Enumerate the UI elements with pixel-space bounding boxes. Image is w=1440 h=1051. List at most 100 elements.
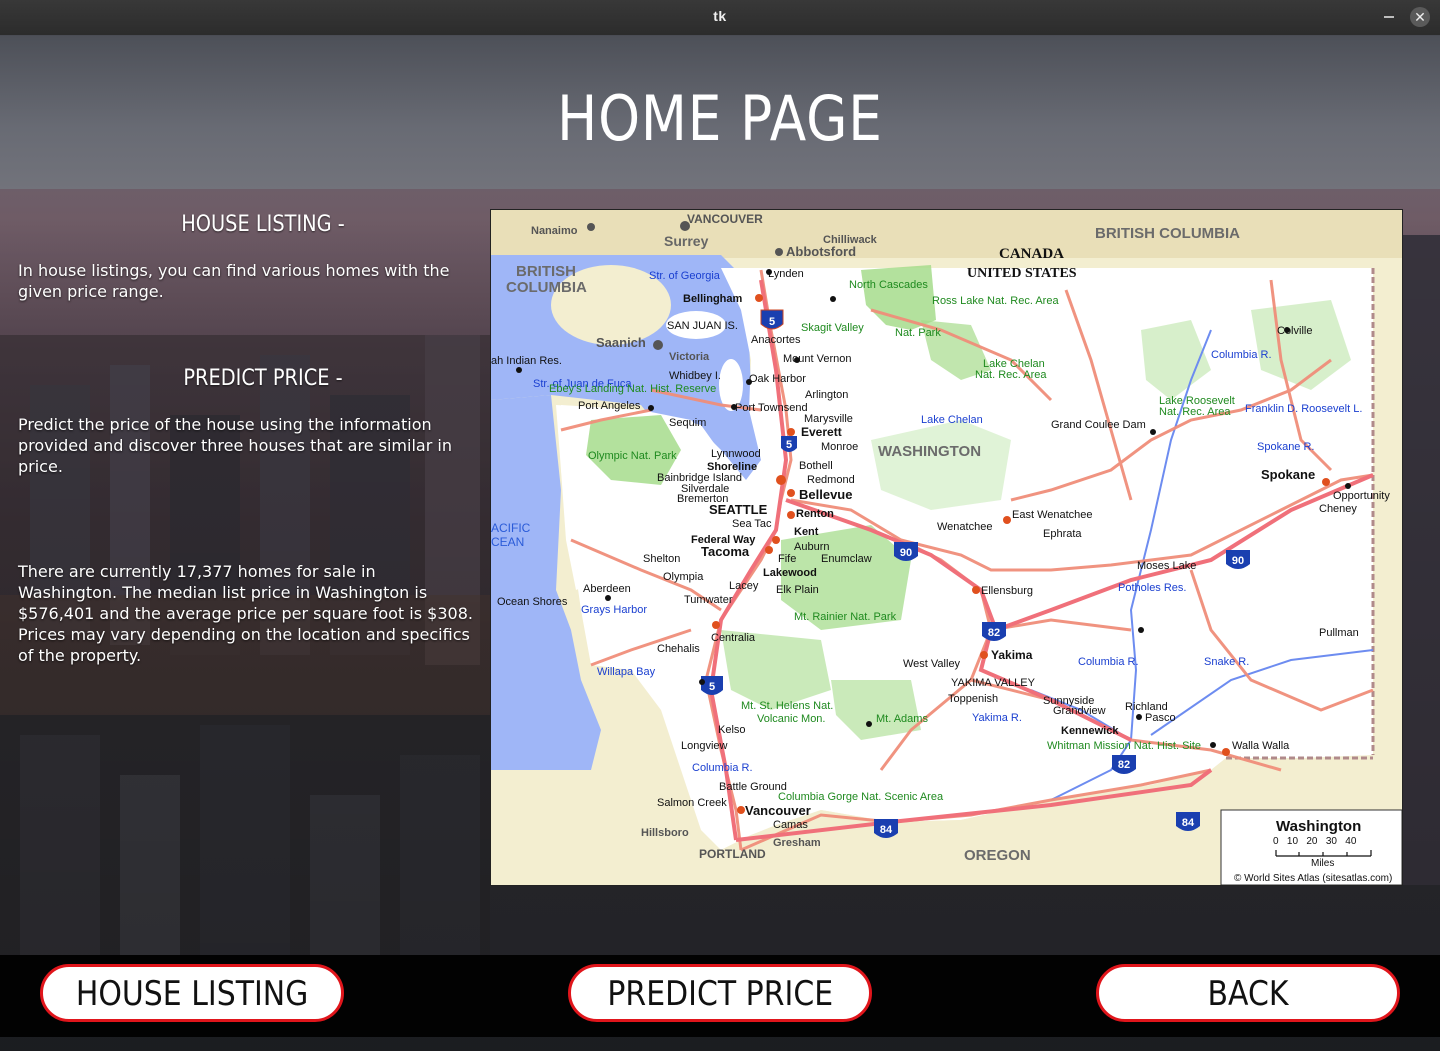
map-feature: Nat. Rec. Area <box>975 369 1047 381</box>
map-feature: Spokane R. <box>1257 441 1314 453</box>
predict-price-button[interactable]: PREDICT PRICE <box>568 964 872 1022</box>
map-feature: Nat. Rec. Area <box>1159 406 1231 418</box>
label-bc-top: BRITISH COLUMBIA <box>1095 225 1240 242</box>
map-feature: Str. of Georgia <box>649 270 721 282</box>
map-feature: Potholes Res. <box>1118 582 1186 594</box>
map-feature: Nat. Park <box>895 327 941 339</box>
map-city: Salmon Creek <box>657 797 727 809</box>
map-city: Auburn <box>794 541 829 553</box>
map-feature: Grays Harbor <box>581 604 647 616</box>
map-city: Aberdeen <box>583 583 631 595</box>
map-city: Ellensburg <box>981 585 1033 597</box>
map-city: Bellingham <box>683 293 743 305</box>
map-city: Vancouver <box>745 803 811 818</box>
map-city: Monroe <box>821 441 858 453</box>
map-city: Ephrata <box>1043 528 1082 540</box>
map-city: Grand Coulee Dam <box>1051 419 1146 431</box>
map-feature: Columbia Gorge Nat. Scenic Area <box>778 791 944 803</box>
map-feature: Columbia R. <box>1211 349 1272 361</box>
svg-text:90: 90 <box>900 547 912 559</box>
map-city: VANCOUVER <box>687 212 763 226</box>
label-pacific-1: ACIFIC <box>491 521 531 535</box>
map-legend: Washington 0 10 20 30 40 Miles © World S… <box>1220 809 1402 885</box>
map-city: Pullman <box>1319 627 1359 639</box>
map-feature: Olympic Nat. Park <box>588 450 677 462</box>
map-city: Nanaimo <box>531 225 578 237</box>
map-city: Kelso <box>718 724 746 736</box>
map-feature: Columbia R. <box>692 762 753 774</box>
map-feature: SAN JUAN IS. <box>667 320 738 332</box>
svg-text:5: 5 <box>769 316 775 328</box>
map-city: Centralia <box>711 632 756 644</box>
map-city: Bothell <box>799 460 833 472</box>
map-feature: North Cascades <box>849 279 928 291</box>
back-button-label: BACK <box>1207 974 1289 1014</box>
svg-text:84: 84 <box>880 824 893 836</box>
map-city: Yakima <box>991 648 1033 662</box>
map-city: Renton <box>796 508 834 520</box>
map-city: Whidbey I. <box>669 370 721 382</box>
map-feature: Whitman Mission Nat. Hist. Site <box>1047 740 1201 752</box>
map-feature: Ross Lake Nat. Rec. Area <box>932 295 1059 307</box>
map-city: Colville <box>1277 325 1312 337</box>
map-city: East Wenatchee <box>1012 509 1093 521</box>
label-washington: WASHINGTON <box>878 443 981 460</box>
market-summary-text: There are currently 17,377 homes for sal… <box>18 562 473 665</box>
map-city: Lakewood <box>763 567 817 579</box>
map-city: Sea Tac <box>732 518 772 530</box>
close-icon: ✕ <box>1414 9 1426 25</box>
map-city: Tacoma <box>701 544 750 559</box>
label-canada: CANADA <box>999 246 1064 262</box>
map-city: Victoria <box>669 351 710 363</box>
map-city: Camas <box>773 819 808 831</box>
map-feature: Skagit Valley <box>801 322 864 334</box>
house-listing-button[interactable]: HOUSE LISTING <box>40 964 344 1022</box>
map-city: Cheney <box>1319 503 1357 515</box>
map-city: Lynden <box>768 268 804 280</box>
map-city: Toppenish <box>948 693 998 705</box>
map-feature: Columbia R. <box>1078 656 1139 668</box>
svg-text:82: 82 <box>1118 759 1130 771</box>
washington-map-drawing: 5 5 5 90 90 82 82 84 84 BRITISH COLUMBIA… <box>491 210 1402 885</box>
label-pacific-2: CEAN <box>491 535 524 549</box>
legend-credit: © World Sites Atlas (sitesatlas.com) <box>1234 873 1392 884</box>
map-city: Marysville <box>804 413 853 425</box>
map-city: Tumwater <box>684 594 733 606</box>
map-city: Kennewick <box>1061 725 1119 737</box>
svg-text:84: 84 <box>1182 817 1195 829</box>
map-city: Anacortes <box>751 334 801 346</box>
map-city: Opportunity <box>1333 490 1390 502</box>
predict-price-description: Predict the price of the house using the… <box>18 415 452 476</box>
map-city: Olympia <box>663 571 704 583</box>
back-button[interactable]: BACK <box>1096 964 1400 1022</box>
house-listing-heading: HOUSE LISTING - <box>181 212 345 237</box>
map-city: Saanich <box>596 335 646 350</box>
window-title: tk <box>713 8 727 24</box>
map-city: Sequim <box>669 417 706 429</box>
map-city: Surrey <box>664 233 709 249</box>
map-city: West Valley <box>903 658 961 670</box>
map-city: Everett <box>801 425 842 439</box>
map-feature: Mt. St. Helens Nat. <box>741 700 833 712</box>
map-city: Kent <box>794 526 819 538</box>
page-title: HOME PAGE <box>557 82 883 155</box>
label-united-states: UNITED STATES <box>967 266 1077 281</box>
map-feature: ah Indian Res. <box>491 355 562 367</box>
map-city: Wenatchee <box>937 521 992 533</box>
label-bc-left-2: COLUMBIA <box>506 279 587 296</box>
map-city: Oak Harbor <box>749 373 806 385</box>
map-city: Lynnwood <box>711 448 761 460</box>
svg-text:82: 82 <box>988 627 1000 639</box>
map-city: Walla Walla <box>1232 740 1290 752</box>
legend-unit: Miles <box>1311 858 1334 869</box>
map-city: Bellevue <box>799 487 852 502</box>
map-city: Enumclaw <box>821 553 872 565</box>
house-listing-button-label: HOUSE LISTING <box>75 974 309 1014</box>
map-city: Grandview <box>1053 705 1106 717</box>
map-city: Longview <box>681 740 728 752</box>
close-button[interactable]: ✕ <box>1410 7 1430 27</box>
legend-title: Washington <box>1276 818 1361 835</box>
map-city: Pasco <box>1145 712 1176 724</box>
minimize-button[interactable] <box>1384 16 1394 18</box>
map-city: Abbotsford <box>786 244 856 259</box>
